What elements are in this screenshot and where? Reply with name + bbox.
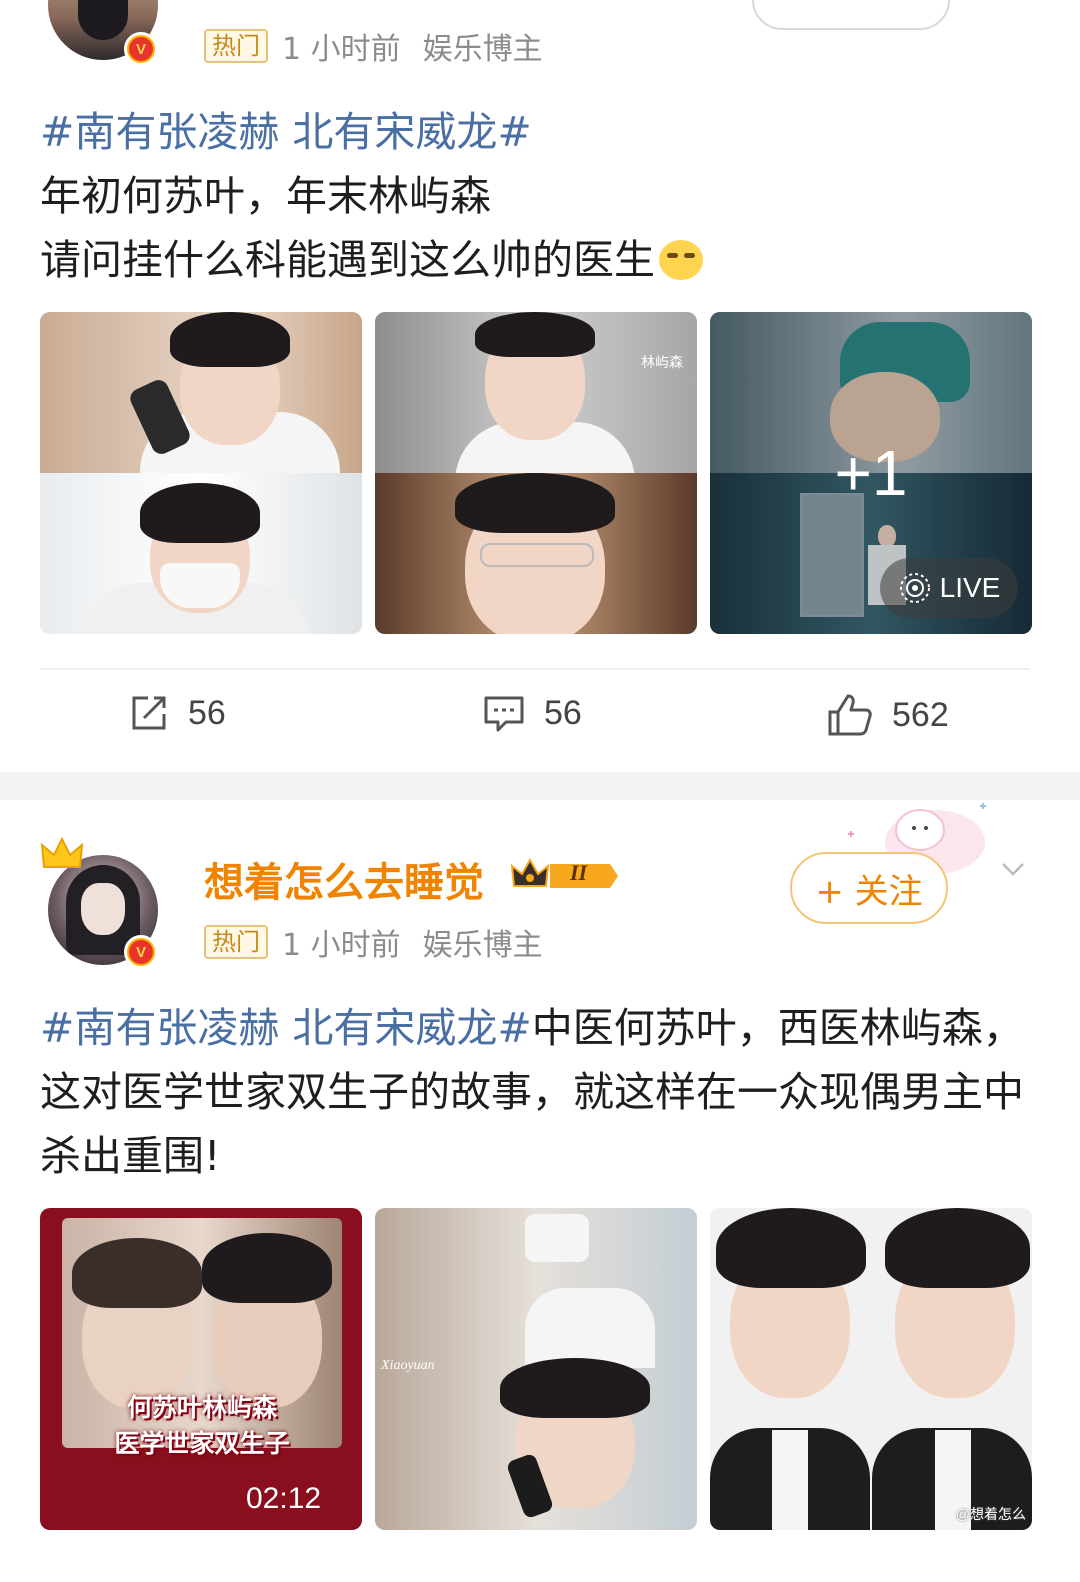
post-text: #南有张凌赫 北有宋威龙#中医何苏叶，西医林屿森，这对医学世家双生子的故事，就这… (40, 996, 1030, 1188)
feed-post-1: V 热门 1 小时前 娱乐博主 #南有张凌赫 北有宋威龙# 年初何苏叶，年末林屿… (0, 0, 1080, 772)
live-icon (899, 573, 930, 603)
post-text: #南有张凌赫 北有宋威龙# 年初何苏叶，年末林屿森 请问挂什么科能遇到这么帅的医… (40, 100, 1040, 292)
level-text: II (570, 860, 588, 885)
follow-button-partial[interactable] (752, 0, 950, 30)
repost-button[interactable]: 56 (128, 692, 226, 734)
post-text-line: 年初何苏叶，年末林屿森 (40, 172, 491, 220)
vip-crown-icon (510, 857, 618, 888)
image-watermark: @想着怎么 (955, 1506, 1026, 1522)
video-duration: 02:12 (246, 1482, 322, 1515)
chevron-down-icon[interactable] (1000, 856, 1026, 882)
comment-button[interactable]: 56 (482, 692, 582, 734)
comment-count: 56 (544, 693, 582, 732)
post-category: 娱乐博主 (422, 928, 543, 963)
image-watermark: Xiaoyuan (381, 1358, 435, 1373)
avatar[interactable]: V (48, 0, 158, 66)
post-image[interactable]: 林屿森 (375, 312, 697, 634)
post-time: 1 小时前 (282, 928, 401, 963)
hot-tag: 热门 (204, 925, 268, 959)
image-grid: 何苏叶林屿森 医学世家双生子 02:12 Xiaoyuan @想着怎么 (40, 1208, 1032, 1530)
feed-separator (0, 772, 1080, 800)
like-count: 562 (892, 695, 949, 734)
repost-count: 56 (188, 693, 226, 732)
post-time: 1 小时前 (282, 32, 401, 67)
post-meta: 热门 1 小时前 娱乐博主 (204, 920, 543, 964)
post-image[interactable]: Xiaoyuan (375, 1208, 697, 1530)
post-image[interactable]: +1 LIVE (710, 312, 1032, 634)
topic-link[interactable]: #南有张凌赫 北有宋威龙# (40, 108, 532, 156)
like-button[interactable]: 562 (826, 692, 949, 738)
follow-button[interactable]: + 关注 (790, 852, 948, 924)
crown-icon (40, 837, 84, 868)
share-icon (132, 696, 166, 730)
image-grid: 林屿森 +1 LIVE (40, 312, 1032, 634)
hot-tag: 热门 (204, 29, 268, 63)
divider (40, 668, 1030, 670)
verified-badge-icon: V (124, 32, 158, 66)
post-video[interactable]: 何苏叶林屿森 医学世家双生子 02:12 (40, 1208, 362, 1530)
comment-icon (484, 696, 524, 732)
thumbs-up-icon (828, 694, 872, 736)
video-caption-line: 何苏叶林屿森 (126, 1393, 277, 1422)
topic-link[interactable]: #南有张凌赫 北有宋威龙# (40, 1004, 532, 1052)
post-meta: 热门 1 小时前 娱乐博主 (204, 24, 543, 68)
avatar[interactable]: V (40, 837, 158, 969)
video-caption-line: 医学世家双生子 (114, 1429, 290, 1458)
live-photo-badge: LIVE (880, 558, 1018, 618)
live-label: LIVE (939, 572, 1001, 603)
image-overlay-text: 林屿森 (641, 355, 683, 371)
post-text-line: 请问挂什么科能遇到这么帅的医生 (40, 236, 655, 284)
post-image[interactable] (40, 312, 362, 634)
feed-post-2: V 想着怎么去睡觉 II + 关注 热门 1 小时前 娱乐博主 #南有张凌赫 北… (0, 800, 1080, 1582)
action-bar: 56 56 562 (0, 692, 1080, 752)
post-image[interactable]: @想着怎么 (710, 1208, 1032, 1530)
username[interactable]: 想着怎么去睡觉 (204, 850, 484, 908)
member-level-badge: II (510, 856, 620, 896)
thinking-emoji-icon (659, 240, 703, 280)
post-category: 娱乐博主 (422, 32, 543, 67)
verified-badge-icon: V (124, 935, 158, 969)
